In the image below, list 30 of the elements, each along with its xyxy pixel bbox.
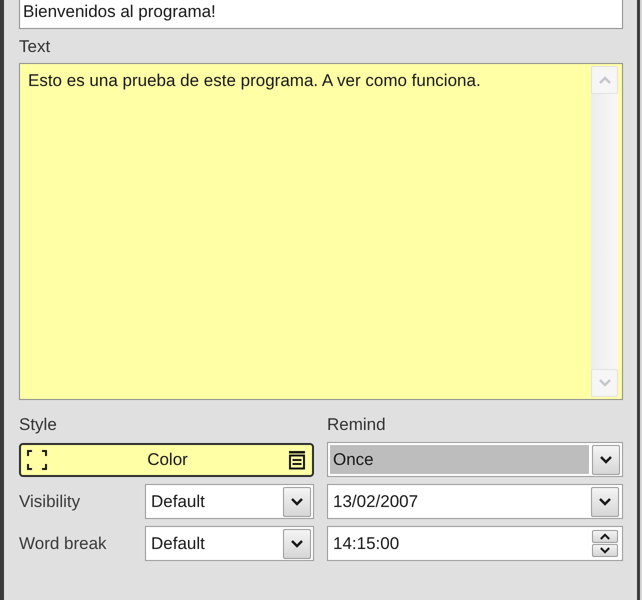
remind-dropdown[interactable]: Once — [327, 442, 623, 477]
remind-label: Remind — [327, 415, 386, 435]
corner-brackets-icon — [27, 450, 47, 470]
chevron-up-icon — [600, 533, 610, 540]
dropdown[interactable]: Default — [145, 526, 314, 561]
text-area[interactable]: Esto es una prueba de este programa. A ver como funciona. — [19, 63, 623, 400]
chevron-down-icon — [600, 547, 610, 554]
dropdown-arrow-button[interactable] — [592, 444, 620, 474]
title-input[interactable]: Bienvenidos al programa! — [19, 0, 623, 29]
chevron-up-icon — [598, 76, 610, 84]
chevron-down-icon — [598, 379, 610, 387]
dropdown-value: Once — [330, 445, 589, 474]
chevron-down-icon — [291, 498, 303, 506]
spin-up-button[interactable] — [592, 530, 618, 543]
dropdown-arrow-button[interactable] — [591, 486, 619, 516]
date-picker[interactable]: 13/02/2007 — [327, 484, 623, 519]
color-style-button[interactable]: Color — [19, 443, 314, 477]
field-label: Word break — [19, 532, 108, 555]
style-label: Style — [19, 415, 57, 435]
dropdown[interactable]: Default — [145, 484, 314, 519]
chevron-down-icon — [291, 540, 303, 548]
chevron-down-icon — [600, 456, 612, 464]
field-label: Visibility — [19, 490, 82, 513]
dropdown-arrow-button[interactable] — [283, 528, 311, 558]
spin-down-button[interactable] — [592, 544, 618, 557]
dropdown-arrow-button[interactable] — [283, 486, 311, 516]
list-box-icon — [288, 450, 306, 470]
text-label: Text — [19, 37, 50, 57]
time-input[interactable]: 14:15:00 — [327, 526, 623, 561]
chevron-down-icon — [599, 498, 611, 506]
